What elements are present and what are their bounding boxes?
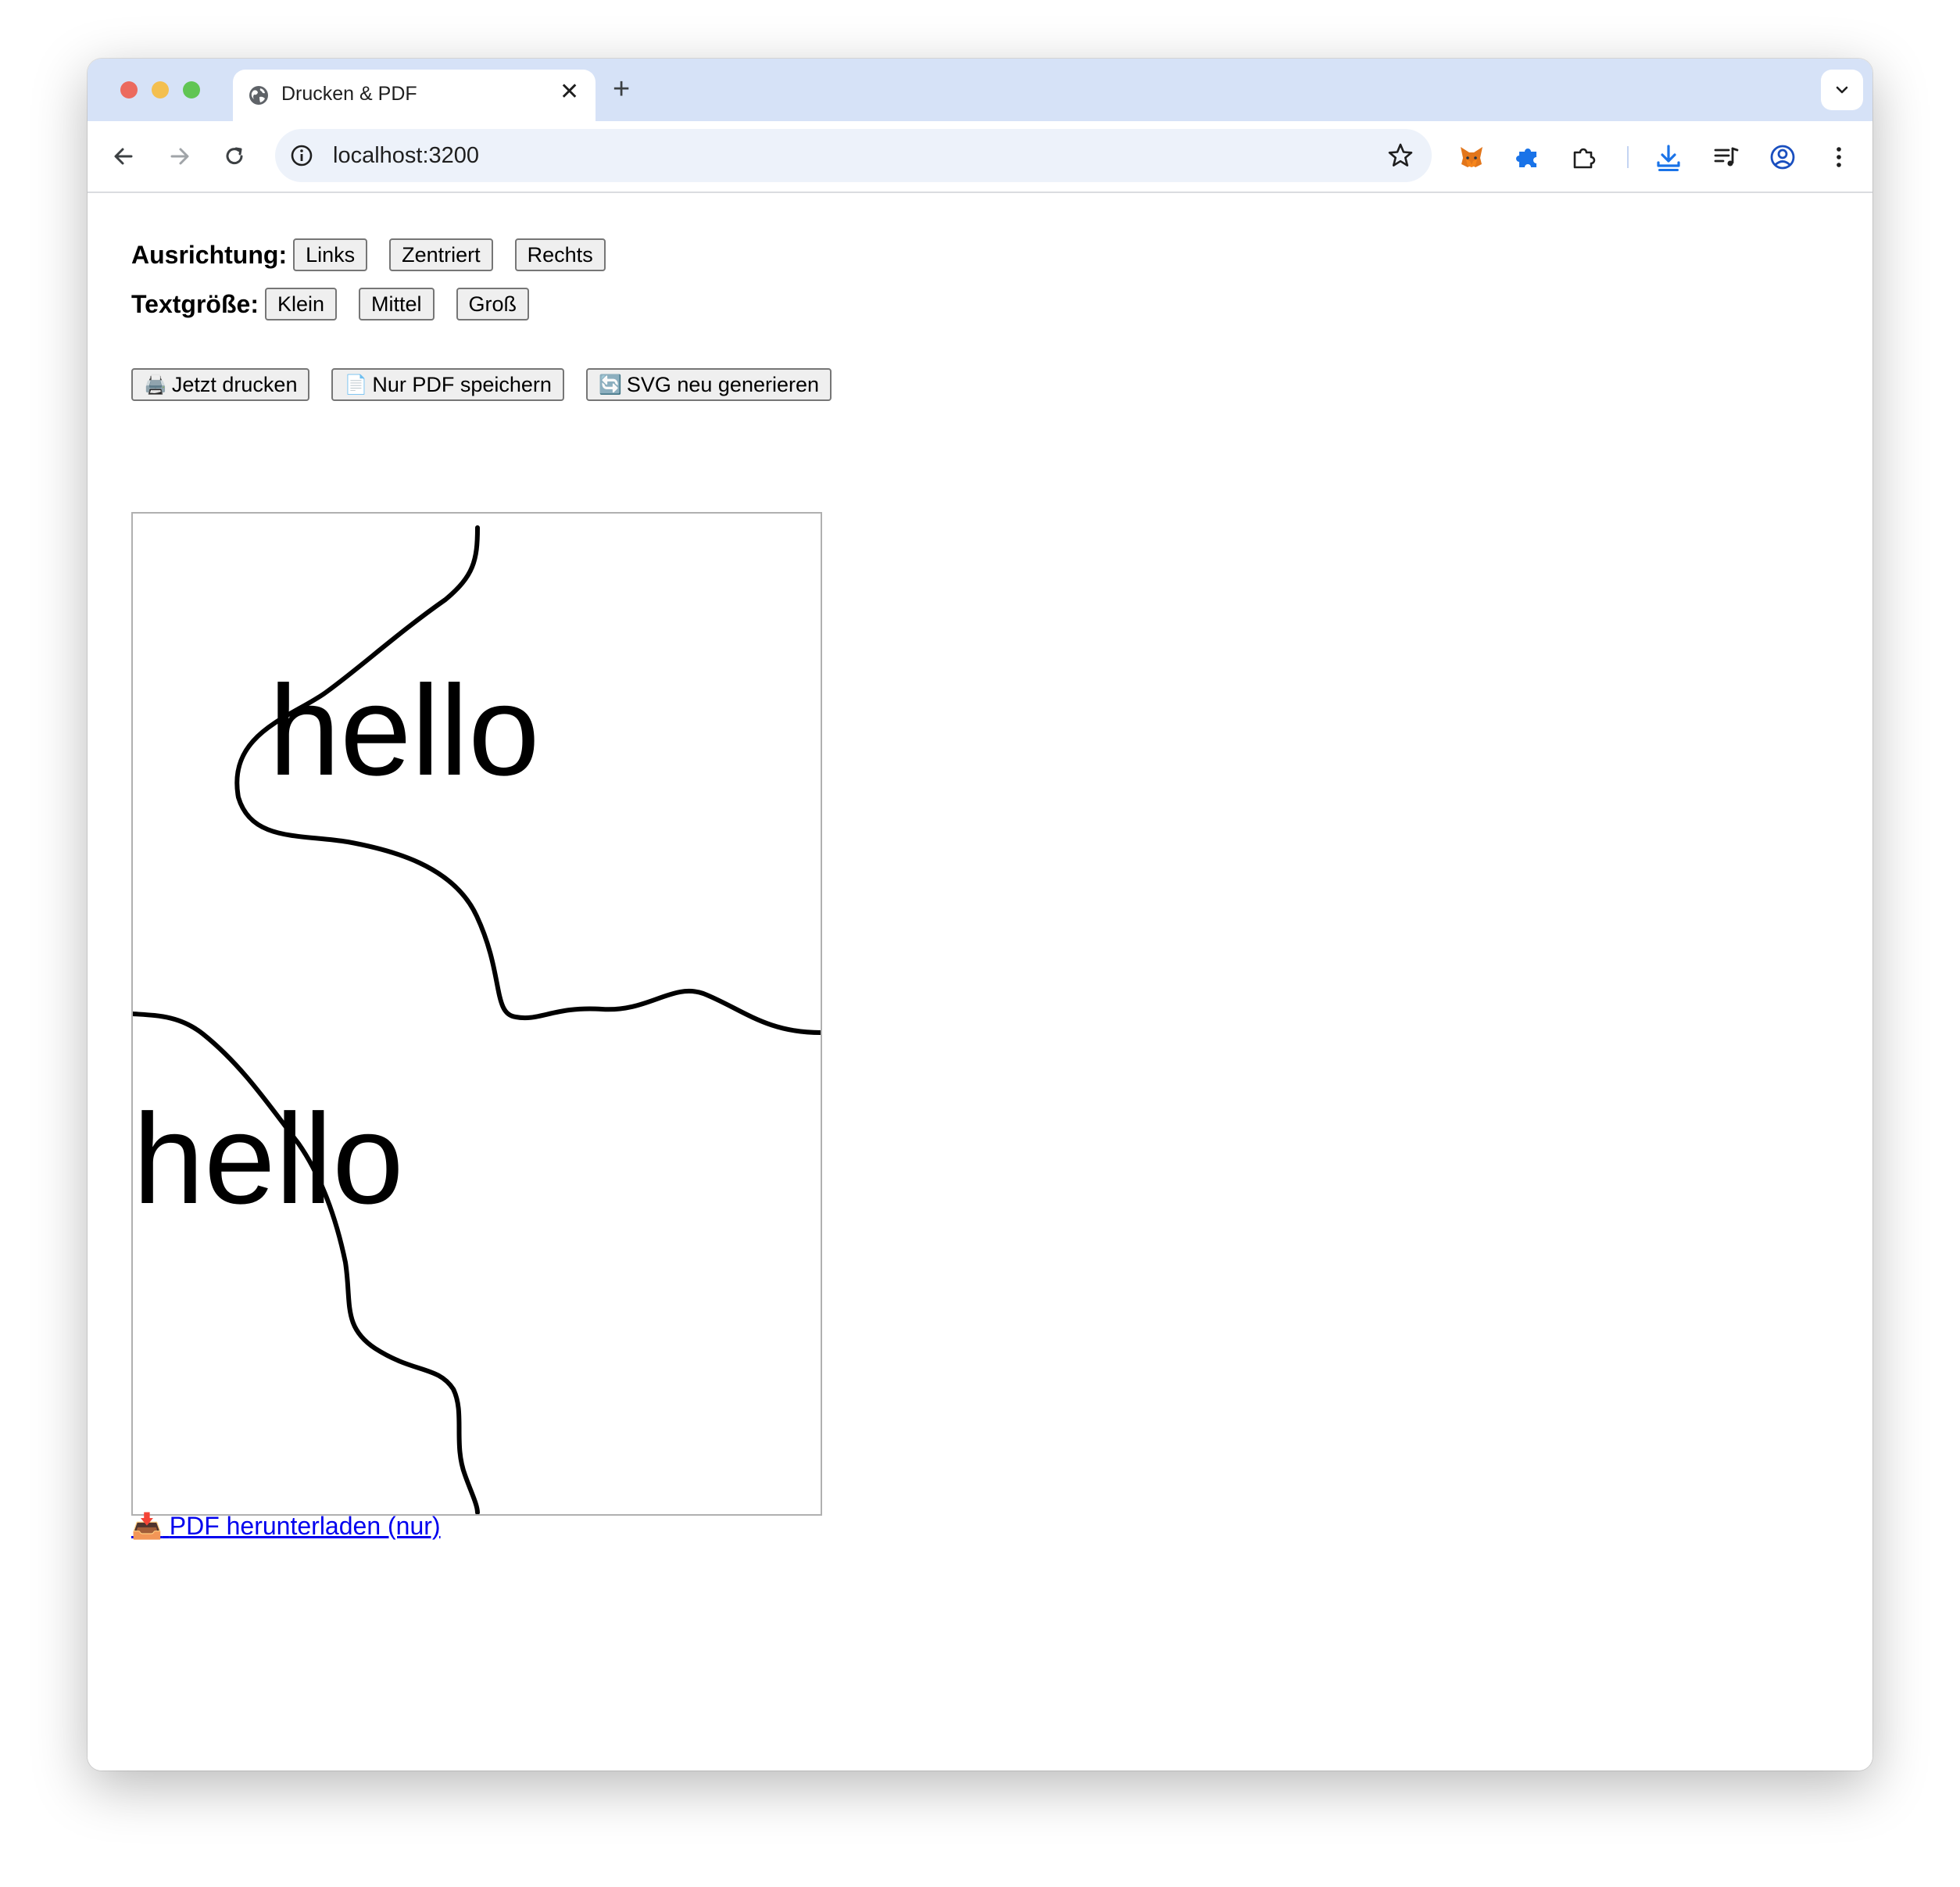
extensions-icon[interactable] (1569, 142, 1599, 172)
browser-window: Drucken & PDF ✕ + localhost:3200 Ausrich… (88, 59, 1872, 1771)
maximize-window-button[interactable] (183, 81, 200, 98)
globe-icon (249, 86, 268, 105)
site-info-icon[interactable] (289, 143, 314, 168)
save-pdf-button[interactable]: 📄 Nur PDF speichern (331, 368, 564, 401)
print-now-button[interactable]: 🖨️ Jetzt drucken (131, 368, 310, 401)
close-tab-icon[interactable]: ✕ (560, 81, 579, 104)
close-window-button[interactable] (120, 81, 138, 98)
size-large-button[interactable]: Groß (456, 288, 530, 320)
media-queue-icon[interactable] (1711, 142, 1741, 172)
forward-icon[interactable] (166, 142, 194, 170)
reload-icon[interactable] (220, 142, 249, 170)
inbox-tray-icon: 📥 (131, 1512, 163, 1540)
printer-icon: 🖨️ (144, 374, 167, 396)
document-icon: 📄 (344, 374, 368, 396)
svg-preview: hello hello (131, 512, 822, 1516)
refresh-icon: 🔄 (598, 374, 622, 396)
tab-search-button[interactable] (1821, 70, 1863, 110)
chevron-down-icon (1836, 86, 1848, 94)
size-medium-button[interactable]: Mittel (359, 288, 435, 320)
tab-drucken-pdf[interactable]: Drucken & PDF ✕ (233, 70, 596, 121)
metamask-fox-icon[interactable] (1457, 142, 1486, 172)
align-right-button[interactable]: Rechts (514, 238, 606, 271)
preview-text-top: hello (269, 659, 540, 802)
download-pdf-link[interactable]: 📥 PDF herunterladen (nur) (131, 1511, 441, 1541)
browser-toolbar: localhost:3200 (88, 121, 1872, 193)
align-center-button[interactable]: Zentriert (389, 238, 493, 271)
text-size-label: Textgröße: (131, 289, 259, 318)
preview-text-bottom: hello (133, 1087, 404, 1230)
tab-title: Drucken & PDF (281, 83, 417, 105)
regenerate-svg-button[interactable]: 🔄 SVG neu generieren (585, 368, 832, 401)
save-pdf-label: Nur PDF speichern (372, 372, 552, 396)
kebab-menu-icon[interactable] (1824, 142, 1854, 172)
url-text[interactable]: localhost:3200 (333, 143, 479, 169)
profile-icon[interactable] (1768, 142, 1797, 172)
preview-canvas: hello hello (133, 525, 821, 1514)
puzzle-extension-icon[interactable] (1513, 142, 1543, 172)
size-small-button[interactable]: Klein (264, 288, 338, 320)
alignment-row: Ausrichtung: Links Zentriert Rechts (131, 238, 628, 271)
back-icon[interactable] (109, 142, 138, 170)
minimize-window-button[interactable] (152, 81, 169, 98)
alignment-label: Ausrichtung: (131, 240, 288, 269)
toolbar-divider (1627, 146, 1629, 168)
page-content: Ausrichtung: Links Zentriert Rechts Text… (88, 193, 1872, 1771)
regenerate-svg-label: SVG neu generieren (626, 372, 820, 396)
action-row: 🖨️ Jetzt drucken 📄 Nur PDF speichern 🔄 S… (131, 368, 853, 401)
download-pdf-label: PDF herunterladen (nur) (169, 1512, 441, 1540)
text-size-row: Textgröße: Klein Mittel Groß (131, 288, 551, 320)
new-tab-button[interactable]: + (613, 74, 630, 104)
align-left-button[interactable]: Links (293, 238, 368, 271)
tab-bar: Drucken & PDF ✕ + (88, 59, 1872, 121)
download-icon[interactable] (1654, 142, 1683, 172)
bookmark-star-icon[interactable] (1386, 141, 1415, 170)
address-bar[interactable]: localhost:3200 (275, 129, 1432, 182)
print-now-label: Jetzt drucken (171, 372, 298, 396)
